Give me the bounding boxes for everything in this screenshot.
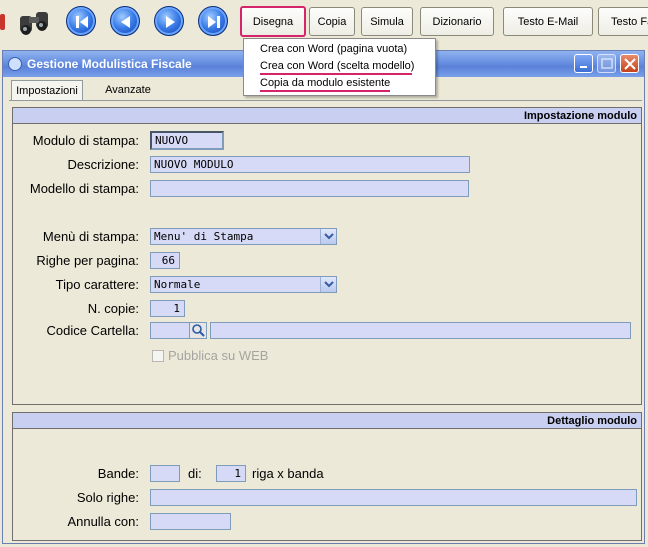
- tipo-carattere-label: Tipo carattere:: [55, 277, 139, 292]
- modulo-label: Modulo di stampa:: [32, 133, 139, 148]
- solo-righe-label: Solo righe:: [76, 490, 139, 505]
- testo-email-button[interactable]: Testo E-Mail: [503, 7, 593, 36]
- pubblica-web-checkbox[interactable]: [152, 350, 164, 362]
- search-icon[interactable]: [189, 322, 207, 339]
- bande-field[interactable]: [150, 465, 180, 482]
- pubblica-web-label: Pubblica su WEB: [168, 348, 269, 363]
- partial-tool-icon[interactable]: [0, 4, 6, 38]
- di-label: di:: [188, 466, 202, 481]
- modulo-field[interactable]: NUOVO: [150, 131, 224, 150]
- di-field[interactable]: 1: [216, 465, 246, 482]
- disegna-menu: Crea con Word (pagina vuota) Crea con Wo…: [243, 38, 436, 96]
- cartella-code-field[interactable]: [150, 322, 190, 339]
- tab-impostazioni[interactable]: Impostazioni: [11, 80, 83, 100]
- menu-item-copy-existing[interactable]: Copia da modulo esistente: [260, 77, 390, 89]
- riga-banda-label: riga x banda: [252, 466, 324, 481]
- binoculars-icon[interactable]: [14, 4, 56, 38]
- panel-header: Impostazione modulo: [13, 108, 641, 124]
- chevron-down-icon[interactable]: [320, 229, 336, 244]
- menu-item-word-template[interactable]: Crea con Word (scelta modello): [260, 60, 414, 72]
- maximize-icon[interactable]: [597, 54, 616, 73]
- menu-highlight-underline: [260, 73, 412, 75]
- tipo-carattere-select[interactable]: Normale: [150, 276, 337, 293]
- menu-stampa-select[interactable]: Menu' di Stampa: [150, 228, 337, 245]
- app-icon: [8, 57, 22, 71]
- tab-divider: [9, 100, 642, 101]
- bande-label: Bande:: [97, 466, 139, 481]
- dettaglio-panel: Dettaglio modulo Bande: di: 1 riga x ban…: [12, 412, 642, 541]
- last-record-icon[interactable]: [198, 6, 228, 36]
- chevron-down-icon[interactable]: [320, 277, 336, 292]
- righe-field[interactable]: 66: [150, 252, 180, 269]
- panel-header: Dettaglio modulo: [13, 413, 641, 429]
- descrizione-field[interactable]: NUOVO MODULO: [150, 156, 470, 173]
- cartella-desc-field[interactable]: [210, 322, 631, 339]
- tab-avanzate[interactable]: Avanzate: [93, 80, 163, 100]
- righe-label: Righe per pagina:: [36, 253, 139, 268]
- modulistica-window: Gestione Modulistica Fiscale Impostazion…: [2, 50, 645, 544]
- window-title: Gestione Modulistica Fiscale: [27, 57, 192, 71]
- menu-stampa-value: Menu' di Stampa: [154, 230, 254, 243]
- copie-label: N. copie:: [87, 301, 139, 316]
- modello-field[interactable]: [150, 180, 469, 197]
- prev-record-icon[interactable]: [110, 6, 140, 36]
- menu-item-word-blank[interactable]: Crea con Word (pagina vuota): [260, 43, 407, 55]
- tipo-carattere-value: Normale: [154, 278, 201, 291]
- modello-label: Modello di stampa:: [29, 181, 139, 196]
- next-record-icon[interactable]: [154, 6, 184, 36]
- simula-button[interactable]: Simula: [361, 7, 413, 36]
- cartella-label: Codice Cartella:: [46, 323, 140, 338]
- copie-field[interactable]: 1: [150, 300, 185, 317]
- disegna-button[interactable]: Disegna: [240, 6, 306, 37]
- menu-highlight-underline: [260, 90, 390, 92]
- close-icon[interactable]: [620, 54, 639, 73]
- solo-righe-field[interactable]: [150, 489, 637, 506]
- first-record-icon[interactable]: [66, 6, 96, 36]
- menu-stampa-label: Menù di stampa:: [42, 229, 139, 244]
- testo-fax-button[interactable]: Testo Fa: [598, 7, 648, 36]
- descrizione-label: Descrizione:: [67, 157, 139, 172]
- dizionario-button[interactable]: Dizionario: [420, 7, 494, 36]
- copia-button[interactable]: Copia: [309, 7, 355, 36]
- impostazione-panel: Impostazione modulo Modulo di stampa: NU…: [12, 107, 642, 405]
- annulla-field[interactable]: [150, 513, 231, 530]
- minimize-icon[interactable]: [574, 54, 593, 73]
- annulla-label: Annulla con:: [67, 514, 139, 529]
